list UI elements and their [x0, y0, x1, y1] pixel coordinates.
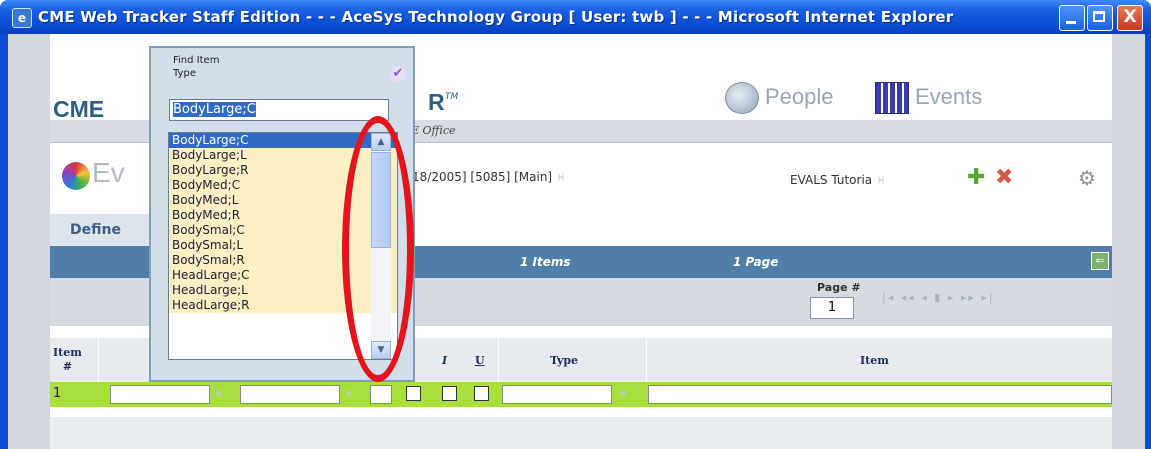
italic-checkbox[interactable] — [442, 386, 457, 401]
binoculars-icon[interactable]: ♓ — [618, 387, 628, 400]
window-title: CME Web Tracker Staff Edition - - - AceS… — [38, 8, 954, 26]
popup-title-line2: Type — [173, 68, 196, 79]
minimize-icon — [1066, 21, 1076, 24]
field-input[interactable] — [240, 385, 340, 404]
delete-icon[interactable]: ✖ — [995, 165, 1013, 190]
binoculars-icon[interactable]: ♓ — [876, 174, 886, 187]
underline-checkbox[interactable] — [474, 386, 489, 401]
tab-define-label: Define — [70, 222, 121, 238]
close-button[interactable]: X — [1117, 5, 1143, 31]
items-count: 1 Items — [520, 255, 571, 269]
page-number-input[interactable]: 1 — [810, 297, 854, 319]
field-input[interactable] — [110, 385, 210, 404]
type-input[interactable] — [502, 385, 612, 404]
col-divider — [646, 338, 647, 382]
binoculars-icon[interactable]: ♓ — [556, 171, 566, 184]
record-info: /18/2005] [5085] [Main] ♓ — [408, 170, 566, 184]
col-header-item-number: Item # — [53, 346, 82, 374]
find-type-input[interactable]: BodyLarge;C — [169, 99, 389, 121]
maximize-button[interactable] — [1087, 5, 1113, 31]
confirm-check-icon[interactable]: ✔ — [390, 66, 406, 82]
row-number: 1 — [53, 386, 62, 401]
col-header-item: Item — [860, 354, 889, 367]
ie-icon: e — [12, 8, 32, 28]
page-number-label: Page # — [817, 281, 861, 294]
page-count: 1 Page — [733, 255, 779, 269]
globe-icon — [62, 162, 90, 190]
item-input[interactable] — [648, 385, 1112, 404]
tools-icon[interactable]: ⚙ — [1078, 166, 1096, 190]
calendar-icon — [875, 82, 909, 114]
table-footer — [50, 417, 1112, 449]
back-arrow-button[interactable]: ⇐ — [1091, 252, 1109, 270]
col-header-item-number-text: Item # — [53, 346, 82, 373]
find-type-input-value: BodyLarge;C — [173, 102, 256, 117]
field-input[interactable] — [370, 385, 392, 404]
section-title: Ev — [92, 157, 125, 188]
logo-left: CME — [53, 96, 105, 122]
close-icon: X — [1123, 7, 1137, 27]
col-divider — [498, 338, 499, 382]
pager-controls[interactable]: |◂ ◂◂ ◂ ▮ ▸ ▸▸ ▸| — [882, 291, 995, 304]
evals-text: EVALS Tutoria — [790, 173, 873, 187]
binoculars-icon[interactable]: ♓ — [344, 387, 354, 400]
nav-events-label: Events — [915, 84, 983, 109]
checkbox[interactable] — [406, 386, 421, 401]
record-info-text: /18/2005] [5085] [Main] — [408, 170, 553, 184]
add-icon[interactable]: ✚ — [967, 165, 985, 190]
nav-people-label: People — [765, 84, 834, 109]
binoculars-icon[interactable]: ♓ — [214, 387, 224, 400]
highlight-oval — [342, 116, 414, 382]
trademark: TM — [445, 92, 459, 102]
office-label: E Office — [411, 124, 456, 137]
title-bar[interactable]: e CME Web Tracker Staff Edition - - - Ac… — [0, 0, 1151, 34]
col-header-italic: I — [442, 354, 448, 367]
logo-right: R — [428, 89, 445, 115]
popup-title: Find Item Type — [173, 54, 219, 80]
popup-title-line1: Find Item — [173, 55, 220, 66]
col-divider — [98, 338, 99, 382]
minimize-button[interactable] — [1059, 5, 1085, 31]
col-header-underline: U — [475, 354, 485, 367]
col-header-type: Type — [550, 354, 579, 367]
evals-info: EVALS Tutoria ♓ — [790, 173, 886, 187]
people-icon — [725, 82, 759, 114]
maximize-icon — [1093, 11, 1105, 22]
